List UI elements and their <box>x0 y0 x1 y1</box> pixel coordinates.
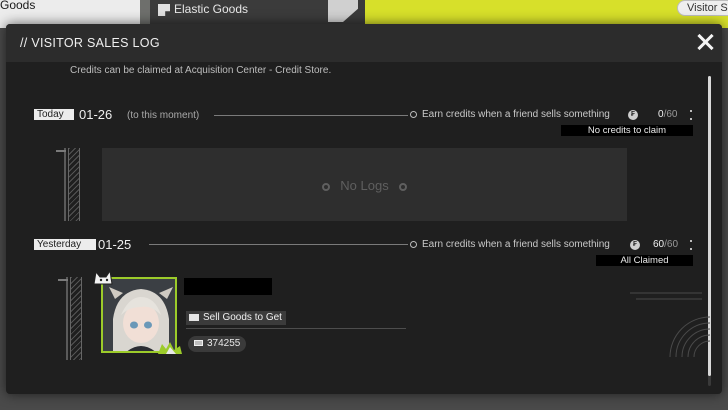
circle-icon <box>322 182 331 191</box>
circle-icon <box>410 241 417 248</box>
circle-icon <box>410 111 417 118</box>
day-date-yesterday: 01-25 <box>98 237 132 252</box>
day-divider-yesterday <box>149 244 408 245</box>
earn-credits-text-today: Earn credits when a friend sells somethi… <box>422 109 610 120</box>
day-subtitle-today: (to this moment) <box>127 110 200 121</box>
sell-goods-label: Sell Goods to Get <box>203 312 282 323</box>
timeline-hatch <box>68 148 80 221</box>
no-logs-row: No Logs <box>102 178 627 193</box>
credit-coin-icon: ₣ <box>630 240 640 250</box>
timeline-tick <box>58 279 68 281</box>
cat-icon <box>93 269 113 285</box>
visitor-sales-log-modal: // VISITOR SALES LOG Credits can be clai… <box>6 24 722 394</box>
timeline-hatch <box>70 277 82 360</box>
modal-title: // VISITOR SALES LOG <box>20 36 160 50</box>
status-badge-yesterday: All Claimed <box>596 255 693 266</box>
credit-count-value: 60 <box>653 239 665 250</box>
credit-amount-pill: 374255 <box>188 336 247 352</box>
close-icon[interactable] <box>694 31 716 53</box>
decorative-arcs <box>630 292 710 358</box>
friend-name-redacted <box>184 278 272 295</box>
background-goods-label: Elastic Goods <box>174 2 249 16</box>
credit-card-icon <box>194 340 203 346</box>
sell-goods-tag: Sell Goods to Get <box>186 311 286 325</box>
visitor-sales-button[interactable]: Visitor Sales <box>677 0 728 16</box>
modal-header: // VISITOR SALES LOG <box>6 24 722 62</box>
no-logs-panel: No Logs <box>102 148 627 221</box>
credit-count-yesterday: 60/60 <box>653 239 678 250</box>
cart-icon <box>189 314 199 321</box>
entry-divider <box>186 328 406 329</box>
timeline-bar <box>66 277 68 360</box>
day-label-yesterday: Yesterday <box>34 239 96 250</box>
credit-count-today: 0/60 <box>658 109 677 120</box>
credit-store-note: Credits can be claimed at Acquisition Ce… <box>70 65 332 76</box>
day-label-today: Today <box>34 109 74 120</box>
day-divider-today <box>214 115 408 116</box>
credit-count-total: /60 <box>664 239 679 250</box>
dots-icon <box>689 239 693 251</box>
background-left-label: Goods <box>0 0 36 12</box>
status-badge-today: No credits to claim <box>561 125 693 136</box>
credit-count-total: /60 <box>663 109 678 120</box>
no-logs-text: No Logs <box>340 178 389 193</box>
dots-icon <box>689 109 693 121</box>
timeline-bar <box>64 148 66 221</box>
credit-amount: 374255 <box>207 338 241 349</box>
day-date-today: 01-26 <box>79 107 113 122</box>
earn-credits-text-yesterday: Earn credits when a friend sells somethi… <box>422 239 610 250</box>
circle-icon <box>398 182 407 191</box>
credit-coin-icon: ₣ <box>628 110 638 120</box>
operator-badge-icon <box>158 342 182 354</box>
timeline-tick <box>56 150 66 152</box>
